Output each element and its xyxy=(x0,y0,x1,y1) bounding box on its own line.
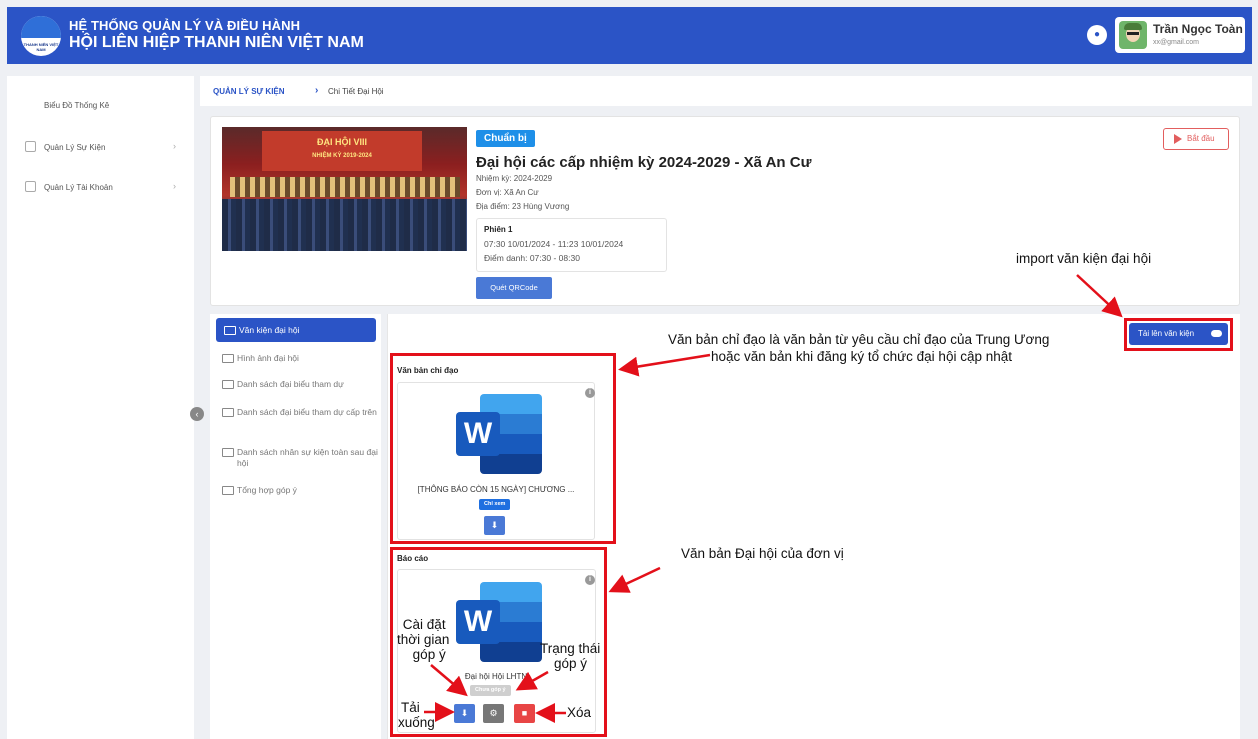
arrow-import xyxy=(1076,274,1123,318)
annotation-arrows xyxy=(424,274,1123,723)
arrow-status xyxy=(515,670,549,691)
arrow-settings xyxy=(430,664,468,697)
arrow-report xyxy=(608,566,661,593)
arrow-directive xyxy=(618,353,711,377)
